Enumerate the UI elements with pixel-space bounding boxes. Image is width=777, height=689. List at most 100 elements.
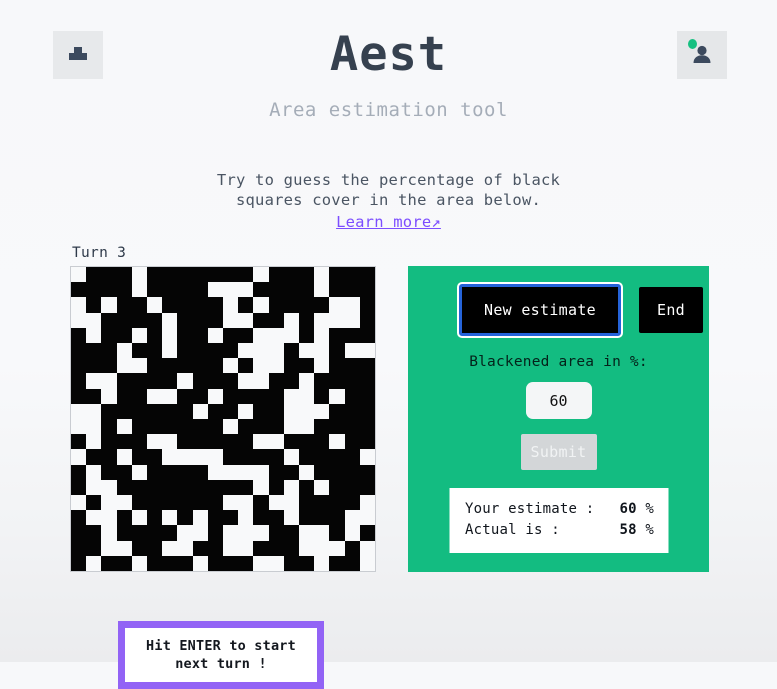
grid-cell [101, 267, 117, 283]
grid-cell [71, 510, 87, 526]
grid-cell [162, 525, 178, 541]
grid-cell [268, 525, 284, 541]
grid-cell [207, 267, 223, 283]
grid-cell [207, 434, 223, 450]
grid-cell [314, 418, 330, 435]
grid-cell [298, 494, 315, 511]
grid-cell [101, 555, 117, 571]
grid-cell [71, 494, 87, 511]
grid-cell [177, 312, 193, 328]
grid-cell [162, 494, 178, 511]
grid-cell [329, 418, 345, 435]
grid-cell [192, 403, 208, 419]
grid-cell [359, 540, 375, 556]
grid-cell [162, 267, 178, 283]
grid-cell [329, 449, 345, 465]
grid-cell [314, 282, 330, 298]
grid-cell [207, 342, 223, 359]
grid-cell [359, 510, 375, 526]
result-label: Actual is : [465, 522, 560, 538]
grid-cell [222, 525, 239, 541]
grid-cell [329, 403, 345, 419]
grid-cell [86, 540, 102, 556]
grid-cell [116, 297, 132, 313]
grid-cell [359, 418, 375, 435]
grid-cell [162, 510, 178, 526]
grid-cell [222, 510, 239, 526]
grid-cell [298, 282, 315, 298]
grid-cell [253, 449, 269, 465]
grid-cell [86, 510, 102, 526]
grid-cell [131, 358, 147, 374]
grid-cell [359, 494, 375, 511]
grid-cell [222, 373, 239, 389]
grid-cell [298, 479, 315, 495]
estimate-input[interactable] [525, 382, 592, 419]
grid-cell [71, 479, 87, 495]
grid-cell [101, 327, 117, 343]
avatar-button[interactable] [677, 31, 727, 79]
grid-cell [268, 464, 284, 480]
grid-cell [146, 464, 163, 480]
grid-cell [253, 464, 269, 480]
grid-cell [177, 282, 193, 298]
grid-cell [177, 358, 193, 374]
grid-cell [86, 464, 102, 480]
grid-cell [71, 358, 87, 374]
grid-cell [268, 267, 284, 283]
grid-cell [131, 327, 147, 343]
result-unit: % [636, 501, 654, 517]
grid-cell [116, 479, 132, 495]
grid-cell [253, 540, 269, 556]
grid-cell [146, 388, 163, 404]
grid-cell [146, 373, 163, 389]
grid-cell [207, 403, 223, 419]
grid-cell [268, 282, 284, 298]
new-estimate-button[interactable]: New estimate [457, 282, 623, 338]
grid-cell [222, 297, 239, 313]
grid-cell [314, 267, 330, 283]
grid-cell [253, 418, 269, 435]
grid-cell [162, 555, 178, 571]
grid-cell [283, 494, 299, 511]
grid-cell [177, 373, 193, 389]
grid-cell [344, 297, 360, 313]
grid-cell [298, 373, 315, 389]
grid-cell [329, 312, 345, 328]
grid-cell [146, 267, 163, 283]
grid-cell [298, 418, 315, 435]
grid-cell [116, 494, 132, 511]
grid-cell [131, 464, 147, 480]
grid-cell [238, 449, 254, 465]
grid-cell [344, 358, 360, 374]
grid-cell [314, 403, 330, 419]
submit-button[interactable]: Submit [520, 434, 597, 470]
grid-cell [268, 388, 284, 404]
grid-cell [359, 449, 375, 465]
next-turn-overlay: Hit ENTER to start next turn ! [118, 621, 324, 689]
grid-cell [71, 418, 87, 435]
logo-button[interactable] [53, 31, 103, 79]
grid-cell [238, 540, 254, 556]
grid-cell [314, 327, 330, 343]
learn-more-link[interactable]: Learn more↗ [336, 212, 441, 232]
grid-cell [162, 358, 178, 374]
grid-cell [131, 479, 147, 495]
grid-cell [222, 267, 239, 283]
grid-cell [101, 388, 117, 404]
grid-cell [222, 434, 239, 450]
grid-cell [314, 510, 330, 526]
grid-cell [298, 434, 315, 450]
grid-cell [329, 555, 345, 571]
grid-cell [146, 312, 163, 328]
grid-cell [177, 449, 193, 465]
end-button[interactable]: End [639, 287, 703, 333]
grid-cell [207, 297, 223, 313]
grid-cell [298, 358, 315, 374]
grid-cell [314, 358, 330, 374]
grid-cell [253, 479, 269, 495]
grid-cell [283, 434, 299, 450]
grid-cell [283, 267, 299, 283]
grid-cell [283, 342, 299, 359]
grid-cell [131, 540, 147, 556]
